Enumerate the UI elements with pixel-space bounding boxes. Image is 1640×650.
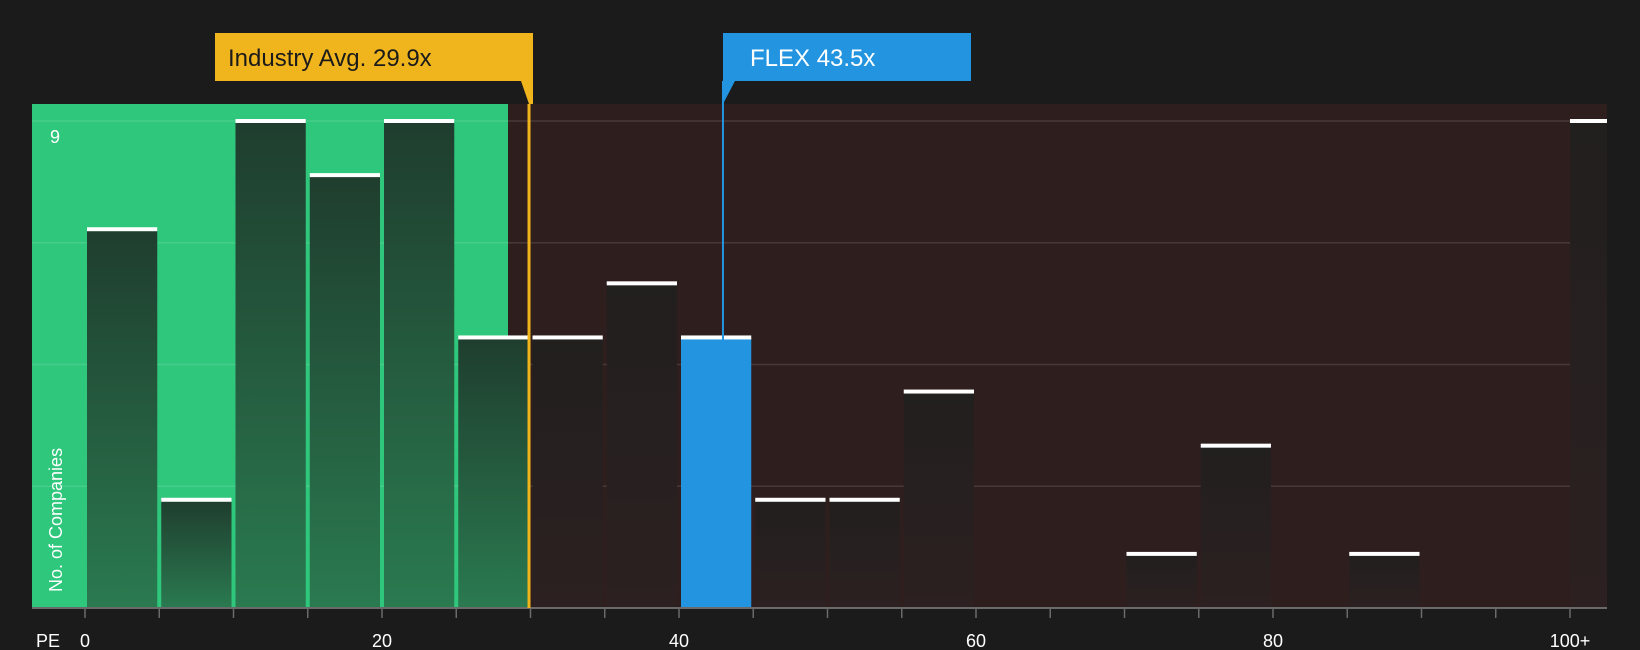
industry-average-label: Industry Avg. 29.9x bbox=[228, 45, 432, 72]
histogram-bar bbox=[532, 337, 603, 608]
x-tick-label: 0 bbox=[80, 631, 90, 650]
histogram-bar bbox=[458, 337, 529, 608]
bar-top-line bbox=[1349, 551, 1420, 556]
pe-distribution-chart: 0 20 40 60 80 100+ 9 No. of Companies PE Indu… bbox=[0, 0, 1640, 650]
bar-top-line bbox=[755, 497, 826, 502]
bar-top-line bbox=[606, 281, 677, 286]
y-axis-title: No. of Companies bbox=[46, 448, 66, 592]
histogram-bar bbox=[309, 175, 380, 608]
histogram-bar bbox=[755, 499, 826, 608]
histogram-bar bbox=[87, 229, 158, 608]
bar-top-line bbox=[87, 227, 158, 232]
histogram-canvas: 0 20 40 60 80 100+ 9 No. of Companies PE Indu… bbox=[32, 33, 1607, 650]
histogram-bar bbox=[829, 499, 900, 608]
bar-top-line bbox=[829, 497, 900, 502]
x-axis-ticks: 0 20 40 60 80 100+ bbox=[80, 608, 1590, 650]
x-tick-label: 80 bbox=[1263, 631, 1283, 650]
histogram-bar bbox=[384, 121, 455, 608]
histogram-bar bbox=[903, 391, 974, 608]
bar-top-line bbox=[458, 335, 529, 340]
bar-top-line bbox=[161, 497, 232, 502]
histogram-bar bbox=[681, 337, 752, 608]
bar-top-line bbox=[384, 119, 455, 123]
histogram-bar bbox=[606, 283, 677, 608]
bar-top-line bbox=[309, 173, 380, 178]
histogram-bar bbox=[161, 499, 232, 608]
bar-top-line bbox=[1200, 443, 1271, 448]
histogram-bar bbox=[1349, 553, 1420, 608]
bar-top-line bbox=[235, 119, 306, 123]
bar-top-line bbox=[903, 389, 974, 394]
y-tick-label-top: 9 bbox=[50, 127, 60, 147]
x-tick-label: 60 bbox=[966, 631, 986, 650]
x-tick-label: 20 bbox=[372, 631, 392, 650]
bar-top-line bbox=[681, 335, 752, 340]
histogram-bar bbox=[1570, 121, 1607, 608]
histogram-bar bbox=[235, 121, 306, 608]
histogram-bar bbox=[1126, 553, 1197, 608]
x-axis-title: PE bbox=[36, 631, 60, 650]
bar-top-line bbox=[1570, 119, 1607, 123]
histogram-bar bbox=[1200, 445, 1271, 608]
x-tick-label: 100+ bbox=[1550, 631, 1591, 650]
bar-top-line bbox=[1126, 551, 1197, 556]
bar-top-line bbox=[532, 335, 603, 340]
x-tick-label: 40 bbox=[669, 631, 689, 650]
company-pe-label: FLEX 43.5x bbox=[750, 45, 875, 72]
